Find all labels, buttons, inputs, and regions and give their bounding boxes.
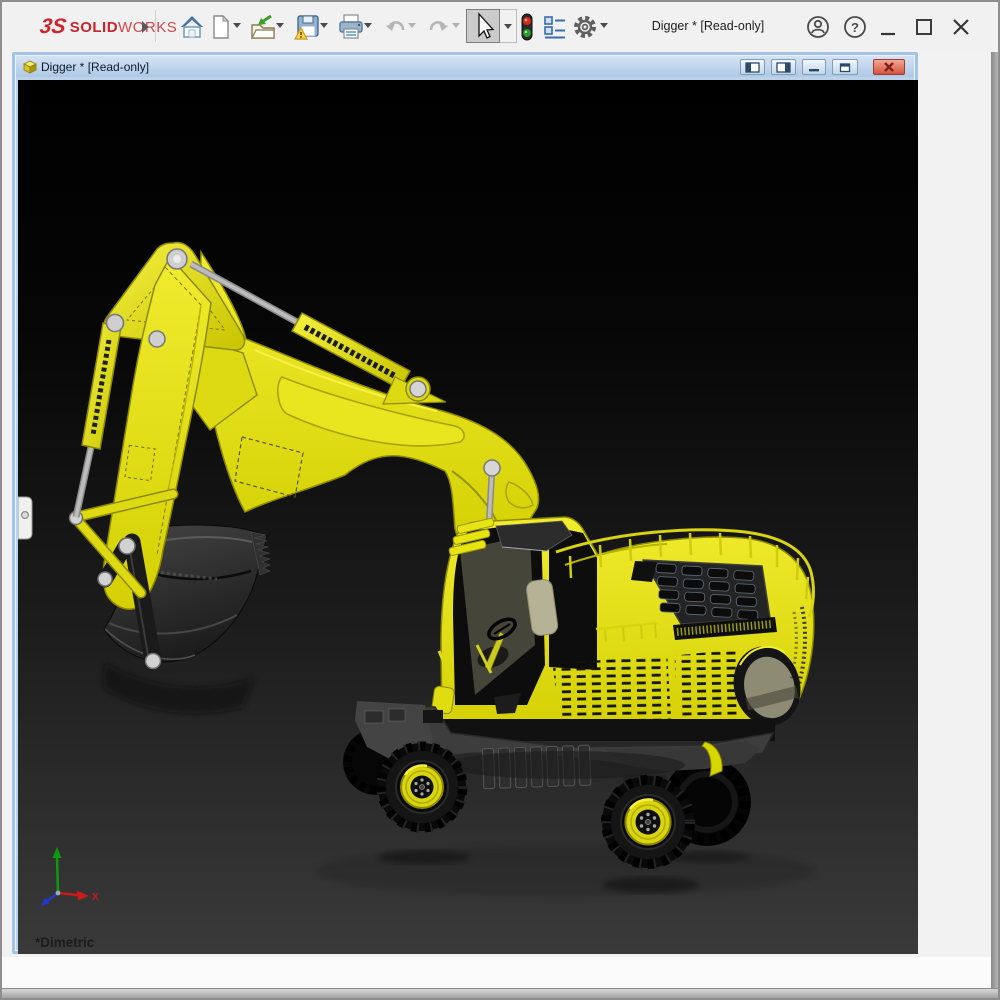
pane-left-icon — [745, 62, 760, 73]
tile-right-button[interactable] — [771, 59, 796, 75]
chevron-down-icon — [504, 24, 512, 29]
maximize-button[interactable] — [910, 13, 938, 40]
model-digger[interactable]: X *Dimetric — [18, 80, 918, 954]
print-button[interactable] — [338, 13, 364, 40]
document-restore-button[interactable] — [832, 59, 858, 75]
question-mark-icon: ? — [842, 14, 868, 40]
rebuild-status-button[interactable] — [514, 13, 540, 40]
options-button[interactable] — [572, 13, 598, 40]
cylinder-pin — [484, 460, 500, 476]
new-document-dropdown[interactable] — [233, 23, 241, 28]
printer-icon — [338, 14, 364, 40]
home-button[interactable] — [178, 13, 204, 40]
pane-right-icon — [776, 62, 791, 73]
window-right-edge — [991, 52, 998, 998]
solidworks-logo-solid: SOLID — [70, 19, 118, 36]
minimize-icon — [879, 14, 897, 40]
bucket-pivot-pin — [146, 654, 161, 669]
restore-icon — [839, 62, 851, 73]
open-folder-icon — [250, 14, 276, 40]
main-window-title: Digger * [Read-only] — [602, 19, 814, 33]
document-minimize-button[interactable] — [802, 59, 826, 75]
window-client-area — [2, 957, 995, 990]
select-tool-button[interactable] — [466, 9, 500, 43]
traffic-light-icon — [519, 13, 535, 41]
save-warning-icon — [294, 14, 320, 40]
document-window-titlebar[interactable]: Digger * [Read-only] — [16, 56, 914, 77]
featuremanager-flyout-tab[interactable] — [18, 497, 32, 539]
model-wheel-front-left[interactable] — [378, 743, 466, 831]
cylinder-pin — [410, 381, 426, 397]
model-wheel-rear-left[interactable] — [602, 776, 694, 868]
select-cursor-icon — [471, 12, 495, 40]
solidworks-logo-mark: 3S — [38, 15, 68, 39]
chevron-right-icon — [139, 20, 151, 34]
user-account-button[interactable] — [805, 13, 831, 40]
file-properties-button[interactable] — [542, 13, 568, 40]
window-bottom-edge — [2, 988, 998, 998]
solidworks-main-window: 3S SOLID WORKS — [0, 0, 1000, 1000]
toolbar-separator — [155, 10, 156, 42]
open-document-button[interactable] — [250, 13, 276, 40]
document-close-button[interactable] — [873, 59, 905, 75]
view-orientation-label: *Dimetric — [35, 935, 95, 950]
open-document-dropdown[interactable] — [276, 23, 284, 28]
link-pin — [119, 538, 135, 554]
new-document-icon — [211, 15, 231, 39]
close-icon — [951, 16, 971, 38]
close-button[interactable] — [946, 13, 976, 40]
new-document-button[interactable] — [208, 13, 234, 40]
gear-icon — [572, 14, 598, 40]
print-dropdown[interactable] — [364, 23, 372, 28]
undo-dropdown[interactable] — [408, 23, 416, 28]
properties-list-icon — [542, 14, 568, 40]
maximize-icon — [914, 16, 934, 38]
minimize-button[interactable] — [874, 13, 902, 40]
redo-dropdown[interactable] — [452, 23, 460, 28]
svg-text:?: ? — [851, 20, 859, 35]
home-icon — [178, 14, 204, 40]
orientation-triad: X — [41, 847, 99, 906]
save-button[interactable] — [294, 13, 320, 40]
main-toolbar: 3S SOLID WORKS — [2, 2, 998, 50]
part-document-icon — [23, 60, 37, 74]
help-button[interactable]: ? — [842, 13, 868, 40]
redo-button[interactable] — [426, 13, 452, 40]
expand-handle-icon — [22, 512, 29, 519]
user-icon — [805, 14, 831, 40]
close-icon — [882, 61, 896, 73]
link-pin — [98, 572, 112, 586]
triad-x-label: X — [92, 892, 99, 903]
save-dropdown[interactable] — [320, 23, 328, 28]
document-window: Digger * [Read-only] — [12, 52, 918, 954]
minimize-icon — [808, 62, 820, 73]
graphics-viewport[interactable]: X *Dimetric — [18, 80, 918, 954]
model-upper-body[interactable] — [431, 517, 813, 743]
redo-arrow-icon — [426, 14, 452, 40]
document-window-title: Digger * [Read-only] — [41, 60, 149, 74]
undo-arrow-icon — [382, 14, 408, 40]
undo-button[interactable] — [382, 13, 408, 40]
tile-left-button[interactable] — [740, 59, 765, 75]
